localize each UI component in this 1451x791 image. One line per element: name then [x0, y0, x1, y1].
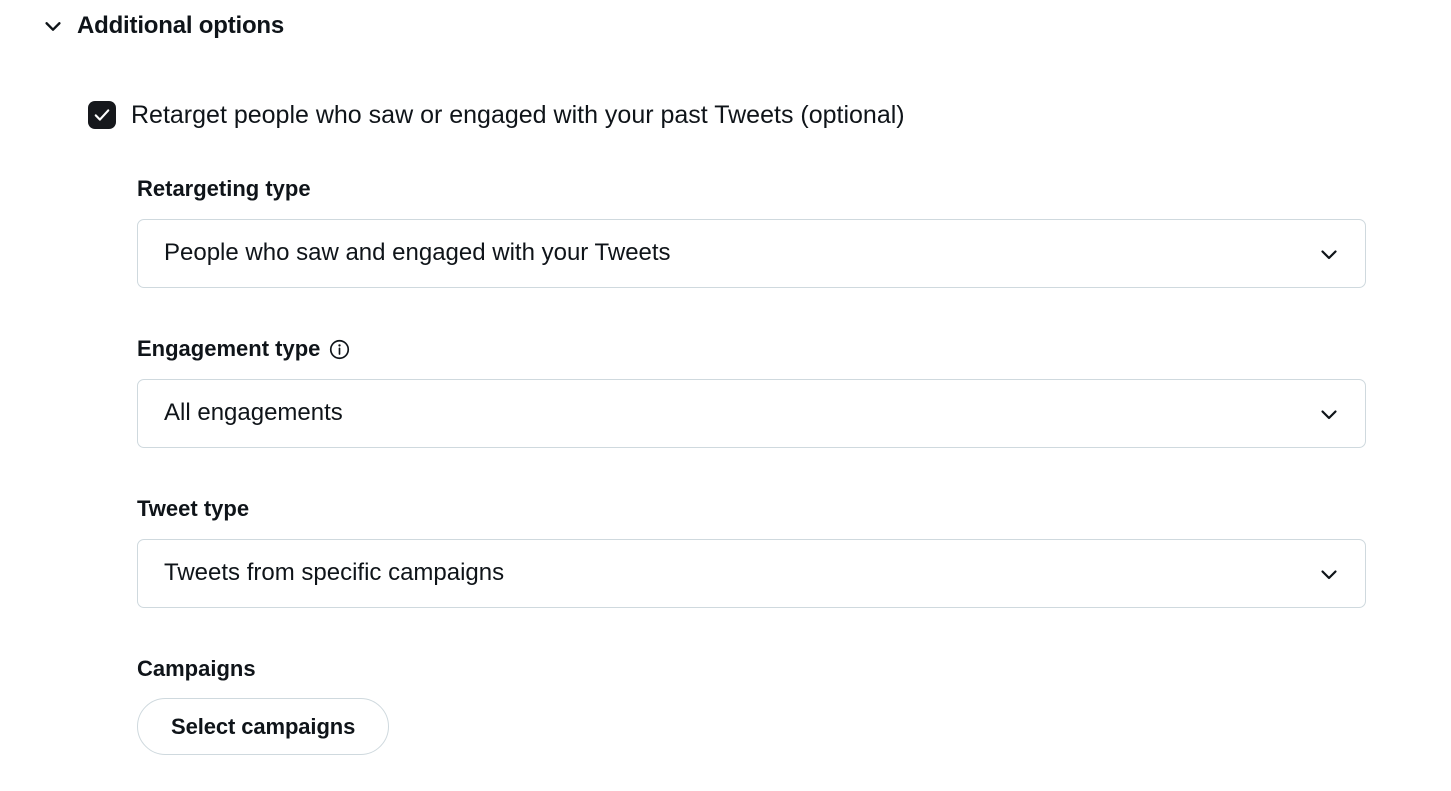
additional-options-panel: Additional options Retarget people who s…: [0, 0, 1451, 791]
info-circle-icon[interactable]: [329, 339, 350, 360]
tweet-type-select[interactable]: Tweets from specific campaigns: [137, 539, 1366, 609]
retargeting-type-select[interactable]: People who saw and engaged with your Twe…: [137, 219, 1366, 289]
retargeting-type-label: Retargeting type: [137, 176, 1366, 202]
campaigns-label: Campaigns: [137, 656, 1366, 682]
chevron-down-icon[interactable]: [42, 15, 64, 37]
campaigns-label-text: Campaigns: [137, 656, 256, 681]
campaigns-field: Campaigns Select campaigns: [137, 656, 1366, 756]
retarget-checkbox[interactable]: [88, 101, 116, 129]
tweet-type-value: Tweets from specific campaigns: [164, 559, 505, 587]
retarget-checkbox-label: Retarget people who saw or engaged with …: [131, 101, 905, 129]
engagement-type-select[interactable]: All engagements: [137, 379, 1366, 449]
retargeting-type-label-text: Retargeting type: [137, 176, 311, 201]
retarget-checkbox-row[interactable]: Retarget people who saw or engaged with …: [88, 100, 905, 130]
chevron-down-icon[interactable]: [1317, 242, 1341, 266]
checkmark-icon: [94, 109, 110, 121]
chevron-down-icon[interactable]: [1317, 402, 1341, 426]
engagement-type-field: Engagement type All engagements: [137, 336, 1366, 449]
tweet-type-label: Tweet type: [137, 496, 1366, 522]
additional-options-header[interactable]: Additional options: [42, 12, 284, 41]
engagement-type-value: All engagements: [164, 399, 343, 427]
retargeting-type-field: Retargeting type People who saw and enga…: [137, 176, 1366, 289]
tweet-type-field: Tweet type Tweets from specific campaign…: [137, 496, 1366, 609]
retargeting-type-value: People who saw and engaged with your Twe…: [164, 239, 671, 267]
engagement-type-label-text: Engagement type: [137, 336, 321, 361]
tweet-type-label-text: Tweet type: [137, 496, 250, 521]
chevron-down-icon[interactable]: [1317, 562, 1341, 586]
select-campaigns-button[interactable]: Select campaigns: [137, 698, 390, 756]
page-title: Additional options: [77, 12, 285, 39]
engagement-type-label: Engagement type: [137, 336, 1366, 362]
